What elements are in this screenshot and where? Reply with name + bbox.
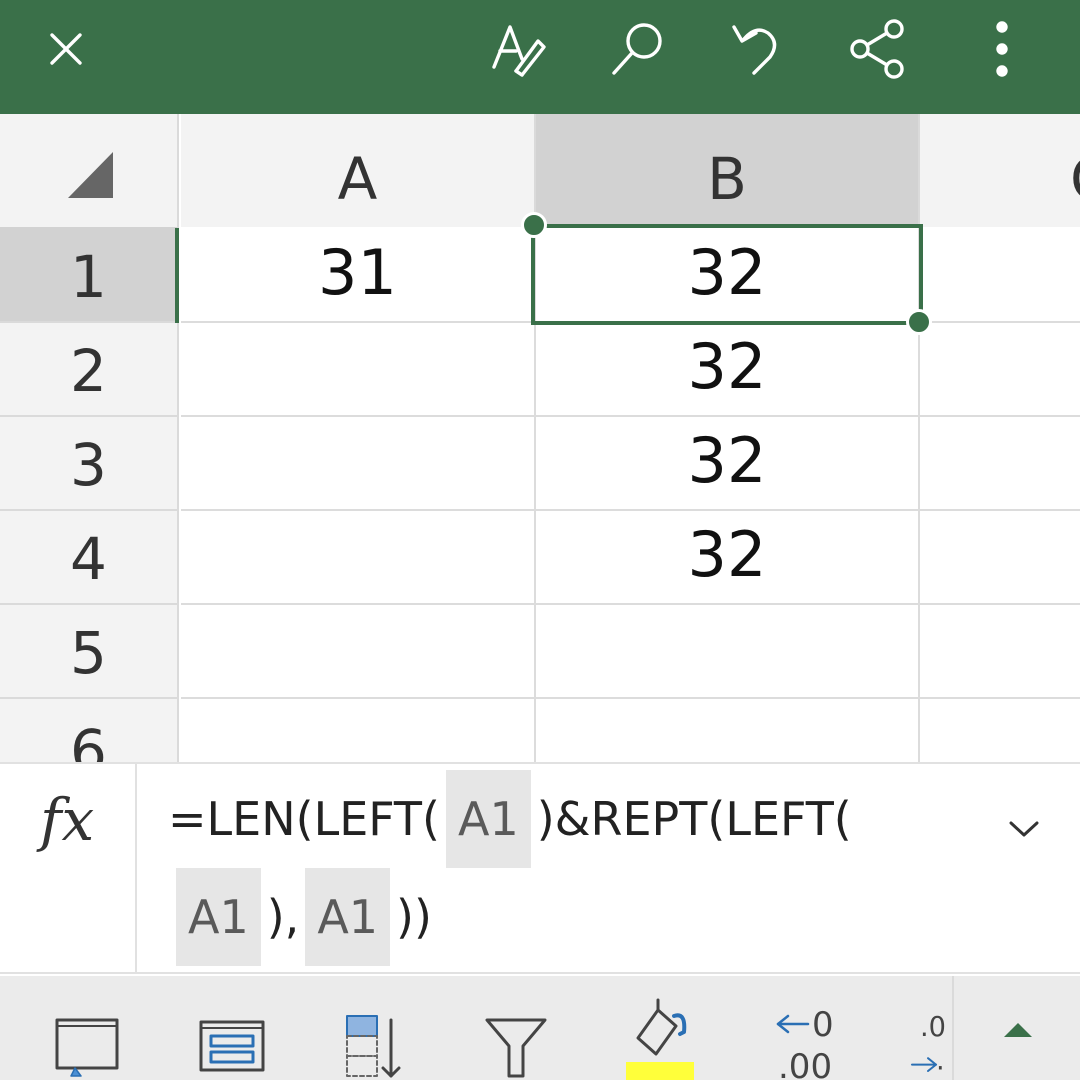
formula-reference[interactable]: A1	[445, 770, 531, 868]
cell-b6[interactable]	[536, 699, 920, 762]
formula-line-1: =LEN(LEFT( A1 )&REPT(LEFT(	[168, 770, 852, 868]
select-all-corner[interactable]	[0, 114, 179, 227]
text-edit-icon	[492, 25, 546, 77]
toolbar-divider	[952, 976, 954, 1080]
selection-handle-top-left[interactable]	[521, 212, 547, 238]
selection-handle-bottom-right[interactable]	[906, 309, 932, 335]
row-header-5[interactable]: 5	[0, 605, 179, 699]
chevron-down-icon	[1009, 821, 1039, 837]
decrease-decimal-bottom-text: .00	[778, 1047, 832, 1080]
more-options-button[interactable]	[962, 14, 1042, 84]
fill-color-button[interactable]	[618, 976, 702, 1080]
close-icon	[50, 33, 82, 65]
close-button[interactable]	[26, 14, 106, 84]
formula-line-2: A1 ), A1 ))	[176, 868, 432, 966]
cell-c5[interactable]	[920, 605, 1080, 699]
wrap-text-button[interactable]	[182, 976, 272, 1080]
share-icon	[850, 19, 904, 79]
column-header-b[interactable]: B	[536, 114, 920, 227]
formula-part: =LEN(LEFT(	[168, 792, 440, 846]
increase-decimal-button[interactable]: .0 .	[904, 976, 952, 1080]
cell-c6[interactable]	[920, 699, 1080, 762]
cell-b4[interactable]: 32	[536, 511, 920, 605]
freeze-panes-icon	[55, 1018, 119, 1077]
formula-part: ))	[396, 890, 432, 944]
search-icon	[612, 23, 662, 75]
cell-a6[interactable]	[181, 699, 536, 762]
expand-formula-button[interactable]	[994, 804, 1054, 854]
formula-reference[interactable]: A1	[176, 868, 261, 966]
filter-icon	[485, 1018, 547, 1078]
text-edit-button[interactable]	[478, 14, 558, 84]
expand-toolbar-button[interactable]	[976, 976, 1060, 1080]
column-header-a[interactable]: A	[181, 114, 536, 227]
active-row-indicator	[175, 228, 179, 323]
sort-icon	[346, 1015, 401, 1078]
row-header-4[interactable]: 4	[0, 511, 179, 605]
fx-icon: fx	[40, 786, 95, 854]
cell-c2[interactable]	[920, 323, 1080, 417]
cell-b1[interactable]: 32	[536, 227, 920, 323]
row-header-1[interactable]: 1	[0, 227, 179, 323]
bottom-toolbar: 0 .00 .0 .	[0, 976, 1080, 1080]
formula-part: )&REPT(LEFT(	[536, 792, 852, 846]
cell-a4[interactable]	[181, 511, 536, 605]
undo-icon	[732, 25, 777, 75]
filter-button[interactable]	[470, 976, 560, 1080]
formula-reference[interactable]: A1	[305, 868, 391, 966]
cell-b3[interactable]: 32	[536, 417, 920, 511]
formula-bar: fx =LEN(LEFT( A1 )&REPT(LEFT( A1 ), A1 )…	[0, 762, 1080, 974]
wrap-text-icon	[199, 1020, 265, 1072]
cell-b5[interactable]	[536, 605, 920, 699]
fill-color-swatch	[626, 1062, 694, 1080]
formula-part: ),	[266, 890, 300, 944]
more-icon	[996, 21, 1008, 77]
increase-decimal-bottom-text: .	[936, 1045, 945, 1076]
spreadsheet-grid: A B C 1 2 3 4 5 6 31 32 32 32 32	[0, 114, 1080, 762]
column-header-c[interactable]: C	[920, 114, 1080, 227]
cell-a3[interactable]	[181, 417, 536, 511]
undo-button[interactable]	[718, 14, 798, 84]
cell-a1[interactable]: 31	[181, 227, 536, 323]
row-header-2[interactable]: 2	[0, 323, 179, 417]
select-all-icon	[68, 152, 113, 198]
share-button[interactable]	[838, 14, 918, 84]
expand-up-icon	[1004, 1023, 1032, 1037]
decrease-decimal-top-text: 0	[812, 1005, 834, 1045]
decrease-decimal-button[interactable]: 0 .00	[768, 976, 858, 1080]
fill-color-icon	[626, 998, 694, 1080]
cell-c4[interactable]	[920, 511, 1080, 605]
cell-a2[interactable]	[181, 323, 536, 417]
cell-c1[interactable]	[920, 227, 1080, 323]
search-button[interactable]	[598, 14, 678, 84]
fx-button[interactable]: fx	[0, 764, 137, 974]
row-header-6[interactable]: 6	[0, 699, 179, 762]
decrease-decimal-icon: 0 .00	[776, 1005, 834, 1080]
increase-decimal-top-text: .0	[920, 1012, 946, 1043]
cell-c3[interactable]	[920, 417, 1080, 511]
sort-button[interactable]	[326, 976, 416, 1080]
freeze-panes-button[interactable]	[40, 976, 130, 1080]
row-header-3[interactable]: 3	[0, 417, 179, 511]
cell-a5[interactable]	[181, 605, 536, 699]
cell-b2[interactable]: 32	[536, 323, 920, 417]
increase-decimal-icon: .0 .	[911, 1012, 946, 1076]
app-top-bar	[0, 0, 1080, 114]
